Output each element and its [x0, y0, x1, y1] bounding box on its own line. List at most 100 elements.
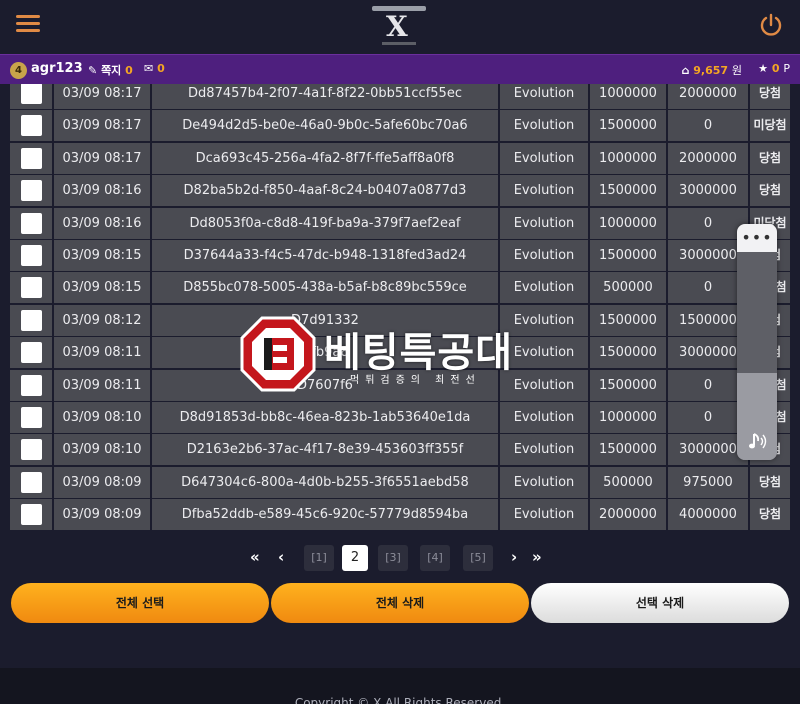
copyright-text: Copyright © X All Rights Reserved.: [294, 696, 506, 704]
delete-selected-button[interactable]: 선택 삭제: [531, 583, 789, 623]
notes-link[interactable]: ✎ 쪽지 0: [88, 62, 133, 78]
balance-unit: 원: [731, 64, 742, 77]
win-amount: 4000000: [668, 499, 748, 531]
bet-amount: 1000000: [590, 402, 666, 433]
betting-history-page: X 4 agr123 ✎ 쪽지 0 ✉ 0 ⌂ 9,657 원 ★ 0 P 03…: [0, 0, 800, 704]
row-checkbox[interactable]: [21, 180, 42, 202]
bet-id: Dd87457b4-2f07-4a1f-8f22-0bb51ccf55ec: [152, 84, 498, 109]
balance: ⌂ 9,657 원: [682, 62, 742, 78]
page-button[interactable]: [5]: [463, 545, 493, 571]
row-checkbox[interactable]: [21, 374, 42, 396]
bet-time: 03/09 08:16: [54, 175, 150, 207]
watermark-subtitle: 먹튀검증의 최전선: [350, 375, 481, 386]
note-icon: ✎: [88, 64, 98, 77]
row-checkbox-cell: [10, 369, 52, 401]
messages-link[interactable]: ✉ 0: [144, 62, 165, 75]
row-checkbox[interactable]: [21, 439, 42, 461]
row-checkbox-cell: [10, 110, 52, 142]
page-button[interactable]: [1]: [304, 545, 334, 571]
balance-value: 9,657: [693, 64, 729, 77]
bet-id: De494d2d5-be0e-46a0-9b0c-5afe60bc70a6: [152, 110, 498, 142]
bet-result: 당첨: [750, 84, 790, 109]
win-amount: 3000000: [668, 337, 748, 369]
bet-time: 03/09 08:15: [54, 272, 150, 304]
bet-amount: 1500000: [590, 110, 666, 142]
menu-icon[interactable]: [16, 12, 42, 38]
bet-amount: 1500000: [590, 175, 666, 207]
win-amount: 1500000: [668, 304, 748, 336]
win-amount: 975000: [668, 466, 748, 498]
music-note-icon[interactable]: [746, 430, 768, 452]
star-icon: ★: [758, 62, 769, 75]
row-checkbox[interactable]: [21, 212, 42, 234]
bet-id: Dfba52ddb-e589-45c6-920c-57779d8594ba: [152, 499, 498, 531]
first-page-button[interactable]: «: [250, 548, 260, 566]
row-checkbox[interactable]: [21, 504, 42, 526]
bet-amount: 1500000: [590, 434, 666, 466]
game-provider: Evolution: [500, 142, 588, 174]
site-logo[interactable]: X: [372, 6, 426, 45]
prev-page-button[interactable]: ‹: [278, 548, 284, 566]
bet-time: 03/09 08:12: [54, 304, 150, 336]
row-checkbox-cell: [10, 337, 52, 369]
win-amount: 0: [668, 369, 748, 401]
notes-count: 0: [125, 64, 133, 77]
win-amount: 3000000: [668, 240, 748, 271]
row-checkbox[interactable]: [21, 277, 42, 299]
delete-all-button[interactable]: 전체 삭제: [271, 583, 529, 623]
row-checkbox[interactable]: [21, 309, 42, 331]
page-button[interactable]: [4]: [420, 545, 450, 571]
bet-id: Dca693c45-256a-4fa2-8f7f-ffe5aff8a0f8: [152, 142, 498, 174]
row-checkbox[interactable]: [21, 115, 42, 137]
watermark-title: 베팅특공대: [324, 330, 513, 376]
floating-volume-panel[interactable]: •••: [737, 224, 777, 460]
volume-slider[interactable]: [737, 252, 777, 460]
bet-amount: 1000000: [590, 207, 666, 239]
bet-amount: 1500000: [590, 240, 666, 271]
bet-amount: 1500000: [590, 304, 666, 336]
row-checkbox-cell: [10, 466, 52, 498]
row-checkbox[interactable]: [21, 471, 42, 493]
more-options-icon[interactable]: •••: [737, 230, 777, 246]
watermark-logo: [240, 316, 316, 392]
next-page-button[interactable]: ›: [511, 548, 517, 566]
win-amount: 0: [668, 402, 748, 433]
game-provider: Evolution: [500, 110, 588, 142]
bet-time: 03/09 08:11: [54, 369, 150, 401]
page-button[interactable]: [3]: [378, 545, 408, 571]
page-button-active[interactable]: 2: [342, 545, 368, 571]
bet-id: D37644a33-f4c5-47dc-b948-1318fed3ad24: [152, 240, 498, 271]
bet-time: 03/09 08:15: [54, 240, 150, 271]
row-checkbox-cell: [10, 207, 52, 239]
game-provider: Evolution: [500, 175, 588, 207]
win-amount: 0: [668, 207, 748, 239]
points-unit: P: [783, 62, 790, 75]
row-checkbox[interactable]: [21, 84, 42, 104]
bet-amount: 500000: [590, 466, 666, 498]
table-row: 03/09 08:10 D8d91853d-bb8c-46ea-823b-1ab5…: [10, 402, 790, 433]
win-amount: 3000000: [668, 434, 748, 466]
table-row: 03/09 08:15 D37644a33-f4c5-47dc-b948-1318…: [10, 240, 790, 271]
table-row: 03/09 08:09 D647304c6-800a-4d0b-b255-3f65…: [10, 466, 790, 498]
power-icon[interactable]: [758, 12, 784, 38]
row-checkbox[interactable]: [21, 147, 42, 169]
row-checkbox[interactable]: [21, 342, 42, 364]
table-row: 03/09 08:09 Dfba52ddb-e589-45c6-920c-5777…: [10, 499, 790, 531]
row-checkbox-cell: [10, 175, 52, 207]
bet-amount: 1000000: [590, 142, 666, 174]
bet-result: 당첨: [750, 499, 790, 531]
row-checkbox[interactable]: [21, 407, 42, 428]
game-provider: Evolution: [500, 499, 588, 531]
wallet-icon: ⌂: [681, 64, 690, 77]
bet-result: 당첨: [750, 466, 790, 498]
username[interactable]: agr123: [31, 61, 83, 76]
last-page-button[interactable]: »: [532, 548, 542, 566]
table-row: 03/09 08:10 D2163e2b6-37ac-4f17-8e39-4536…: [10, 434, 790, 466]
game-provider: Evolution: [500, 84, 588, 109]
table-row: 03/09 08:16 D82ba5b2d-f850-4aaf-8c24-b040…: [10, 175, 790, 207]
message-icon: ✉: [144, 62, 154, 75]
row-checkbox[interactable]: [21, 245, 42, 266]
select-all-button[interactable]: 전체 선택: [11, 583, 269, 623]
table-row: 03/09 08:15 D855bc078-5005-438a-b5af-b8c8…: [10, 272, 790, 304]
win-amount: 3000000: [668, 175, 748, 207]
